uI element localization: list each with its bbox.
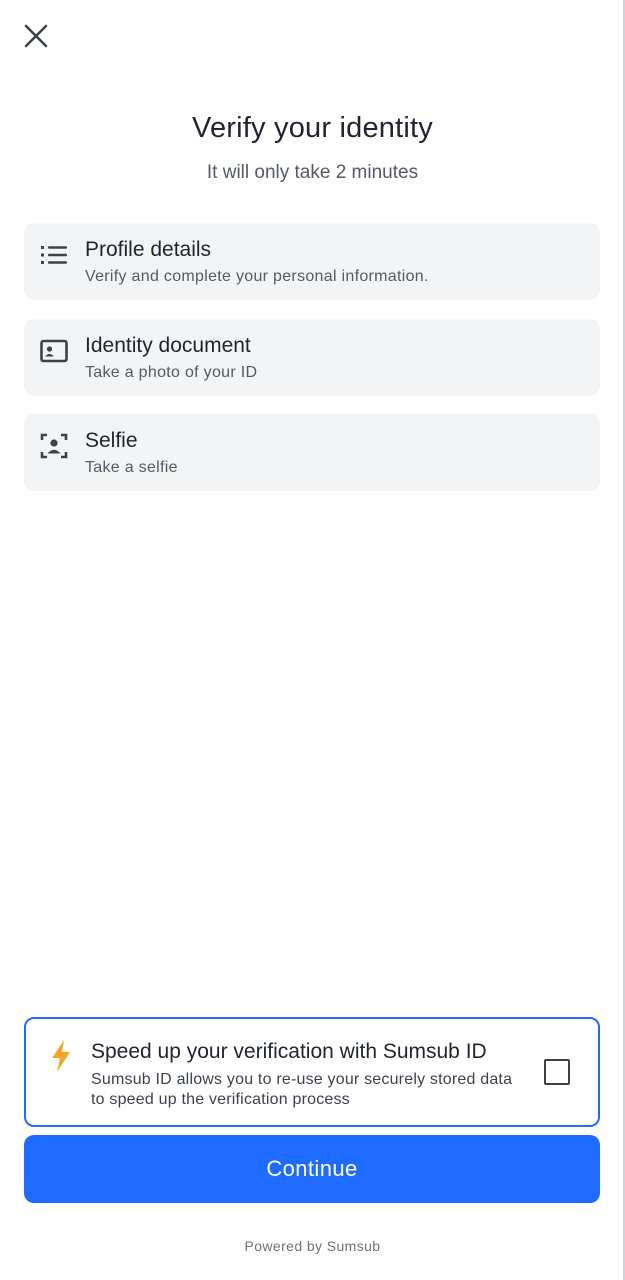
step-description: Verify and complete your personal inform… [85, 268, 429, 285]
step-description: Take a selfie [85, 459, 178, 476]
lightning-icon [52, 1040, 70, 1072]
step-card-identity-document[interactable]: Identity document Take a photo of your I… [24, 319, 600, 396]
step-title: Identity document [85, 334, 251, 357]
page-subtitle: It will only take 2 minutes [206, 162, 419, 183]
continue-button[interactable]: Continue [24, 1135, 600, 1203]
close-button[interactable] [18, 18, 54, 54]
step-description: Take a photo of your ID [85, 364, 258, 381]
step-title: Selfie [85, 429, 138, 452]
close-icon [24, 24, 48, 48]
step-card-profile-details[interactable]: Profile details Verify and complete your… [24, 223, 600, 300]
powered-by-label: Powered by Sumsub [244, 1238, 381, 1254]
sumsub-id-option[interactable]: Speed up your verification with Sumsub I… [24, 1017, 600, 1127]
list-icon [41, 246, 67, 264]
sumsub-id-checkbox[interactable] [544, 1059, 570, 1085]
step-card-selfie[interactable]: Selfie Take a selfie [24, 414, 600, 491]
sumsub-id-title: Speed up your verification with Sumsub I… [91, 1040, 487, 1063]
id-card-icon [40, 339, 68, 363]
step-title: Profile details [85, 238, 212, 261]
face-scan-icon [40, 433, 68, 459]
page-title: Verify your identity [192, 112, 433, 144]
sumsub-id-description: Sumsub ID allows you to re-use your secu… [91, 1071, 513, 1108]
